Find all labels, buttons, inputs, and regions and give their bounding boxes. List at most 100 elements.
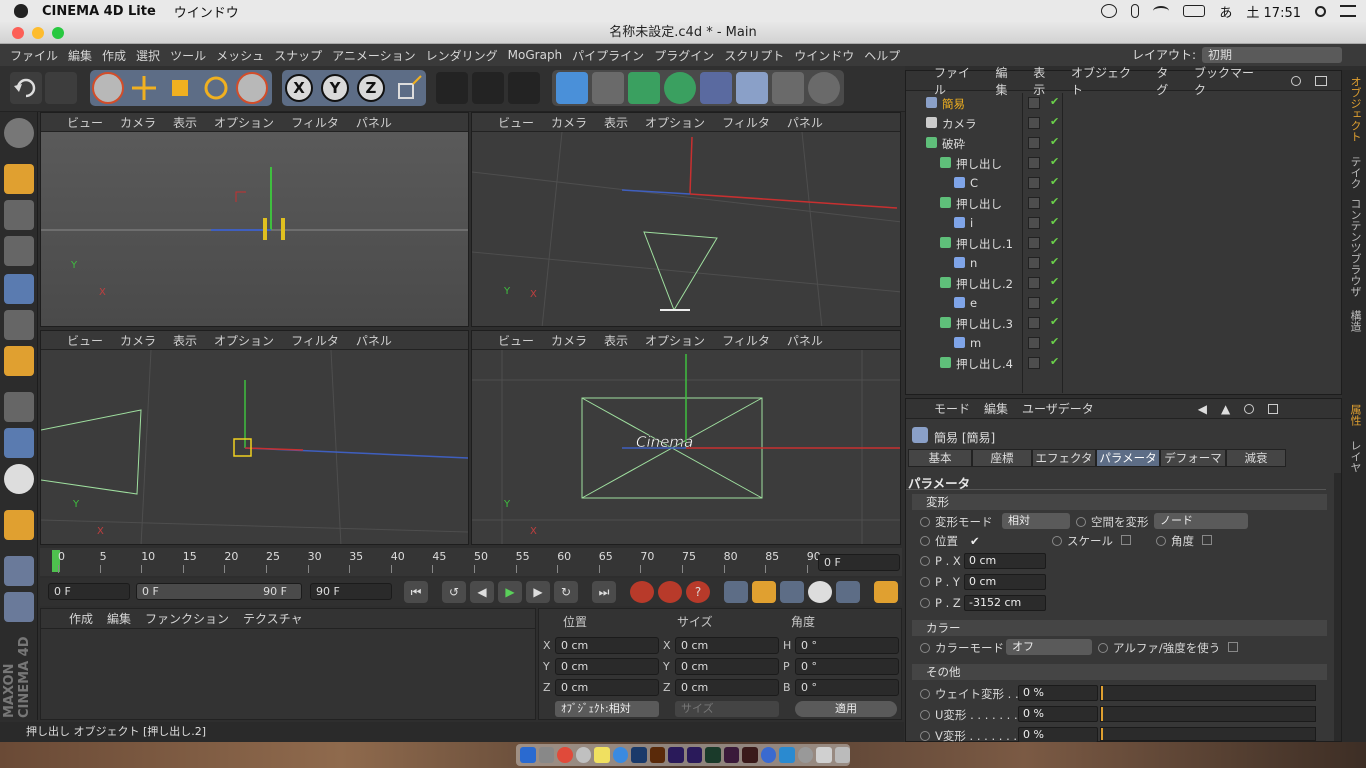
mat-menu-edit[interactable]: 編集 [107,610,131,627]
polygons-mode-icon[interactable] [4,346,34,376]
object-row[interactable]: 押し出し ✔ [906,193,1342,213]
radio-icon[interactable] [1052,536,1062,546]
size-y-field[interactable]: 0 cm [675,658,779,675]
model-mode-icon[interactable] [4,164,34,194]
object-name[interactable]: カメラ [942,116,977,132]
object-name[interactable]: 押し出し.1 [956,236,1013,252]
deform-mode-dropdown[interactable]: 相対 [1002,513,1070,529]
v-field[interactable]: 0 % [1018,727,1098,743]
edges-mode-icon[interactable] [4,310,34,340]
recent-tool-icon[interactable] [236,72,268,104]
radio-icon[interactable] [920,556,930,566]
window-menu[interactable]: ウインドウ [174,2,239,21]
menu-create[interactable]: 作成 [102,47,126,64]
layer-visibility-icon[interactable] [1028,317,1040,329]
slider-handle[interactable] [1101,707,1103,721]
search-icon[interactable] [1291,75,1302,86]
finder-icon[interactable] [520,747,536,763]
input-method[interactable]: あ [1219,2,1232,21]
apply-button[interactable]: 適用 [795,701,897,717]
viewport-perspective[interactable]: ビュー カメラ 表示 オプション フィルタ パネル Y X [40,112,469,327]
menu-pipeline[interactable]: パイプライン [572,47,644,64]
radio-icon[interactable] [1076,517,1086,527]
object-name[interactable]: 押し出し [956,156,1002,172]
make-editable-icon[interactable] [4,118,34,148]
x-axis-lock-button[interactable]: X [285,74,313,102]
menu-animation[interactable]: アニメーション [332,47,416,64]
weight-slider[interactable] [1100,685,1316,701]
itunes-icon[interactable] [575,747,591,763]
play-icon[interactable]: ▶ [498,581,522,603]
tab-content-browser[interactable]: コンテンツブラウザ [1345,198,1363,297]
alpha-checkbox[interactable] [1228,642,1239,652]
autokey-icon[interactable] [658,581,682,603]
start-frame-field[interactable]: 0 F [48,583,130,600]
vp-menu-filter[interactable]: フィルタ [722,332,770,349]
scrollbar[interactable] [1334,473,1341,741]
coordinate-system-icon[interactable] [393,72,425,104]
tweak-mode-icon[interactable] [4,428,34,458]
viewport-right[interactable]: ビュー カメラ 表示 オプション フィルタ パネル Y X [40,330,469,545]
launchpad-icon[interactable] [538,747,554,763]
animate-icon[interactable] [742,747,758,763]
texture-mode-icon[interactable] [4,200,34,230]
y-axis-lock-button[interactable]: Y [321,74,349,102]
tab-coord[interactable]: 座標 [972,449,1032,467]
vp-menu-filter[interactable]: フィルタ [291,114,339,131]
key-pla-icon[interactable] [836,581,860,603]
coordinate-mode-dropdown[interactable]: ｵﾌﾞｼﾞｪｸﾄ:相対 [555,701,659,717]
radio-icon[interactable] [920,689,930,699]
object-name[interactable]: 簡易 [942,96,965,112]
enabled-check-icon[interactable]: ✔ [1050,275,1059,288]
position-checkbox[interactable]: ✔ [970,534,980,548]
am-menu-edit[interactable]: 編集 [984,400,1008,417]
floor-icon[interactable] [736,72,768,104]
object-name[interactable]: 押し出し.4 [956,356,1013,372]
premiere-icon[interactable] [686,747,702,763]
tab-objects[interactable]: オブジェクト [1345,76,1363,142]
layer-visibility-icon[interactable] [1028,117,1040,129]
size-mode-dropdown[interactable]: サイズ [675,701,779,717]
camera-icon[interactable] [772,72,804,104]
rot-h-field[interactable]: 0 ° [795,637,899,654]
object-row[interactable]: 破砕 ✔ [906,133,1342,153]
workplane-lock-icon[interactable] [4,556,34,586]
clock[interactable]: 土 17:51 [1246,2,1301,21]
pen-icon[interactable] [592,72,624,104]
close-window-button[interactable] [12,27,24,39]
tab-basic[interactable]: 基本 [908,449,972,467]
enabled-check-icon[interactable]: ✔ [1050,135,1059,148]
menu-file[interactable]: ファイル [10,47,58,64]
object-row[interactable]: 簡易 ✔ [906,93,1342,113]
vp-menu-panel[interactable]: パネル [356,332,392,349]
layer-visibility-icon[interactable] [1028,257,1040,269]
enabled-check-icon[interactable]: ✔ [1050,315,1059,328]
next-key-icon[interactable]: ↻ [554,581,578,603]
next-frame-icon[interactable]: ▶ [526,581,550,603]
radio-icon[interactable] [920,536,930,546]
viewport-canvas[interactable]: Y X [41,349,468,544]
keyframe-selection-icon[interactable]: ? [686,581,710,603]
dreamweaver-icon[interactable] [705,747,721,763]
radio-icon[interactable] [1156,536,1166,546]
record-icon[interactable] [630,581,654,603]
pos-y-field[interactable]: 0 cm [555,658,659,675]
chrome-icon[interactable] [557,747,573,763]
rotate-icon[interactable] [200,72,232,104]
key-scale-icon[interactable] [752,581,776,603]
live-select-icon[interactable] [92,72,124,104]
app-name[interactable]: CINEMA 4D Lite [42,4,156,19]
object-row[interactable]: n ✔ [906,253,1342,273]
object-row[interactable]: 押し出し.3 ✔ [906,313,1342,333]
object-name[interactable]: n [970,256,977,270]
go-to-start-icon[interactable]: ⏮ [404,581,428,603]
radio-icon[interactable] [920,517,930,527]
slider-handle[interactable] [1101,686,1103,700]
axis-mode-icon[interactable] [4,392,34,422]
radio-icon[interactable] [920,731,930,741]
preview-range-slider[interactable]: 0 F 90 F [136,583,302,600]
am-menu-userdata[interactable]: ユーザデータ [1022,400,1094,417]
vp-menu-display[interactable]: 表示 [173,332,197,349]
previous-frame-icon[interactable]: ◀ [470,581,494,603]
px-field[interactable]: 0 cm [964,553,1046,569]
